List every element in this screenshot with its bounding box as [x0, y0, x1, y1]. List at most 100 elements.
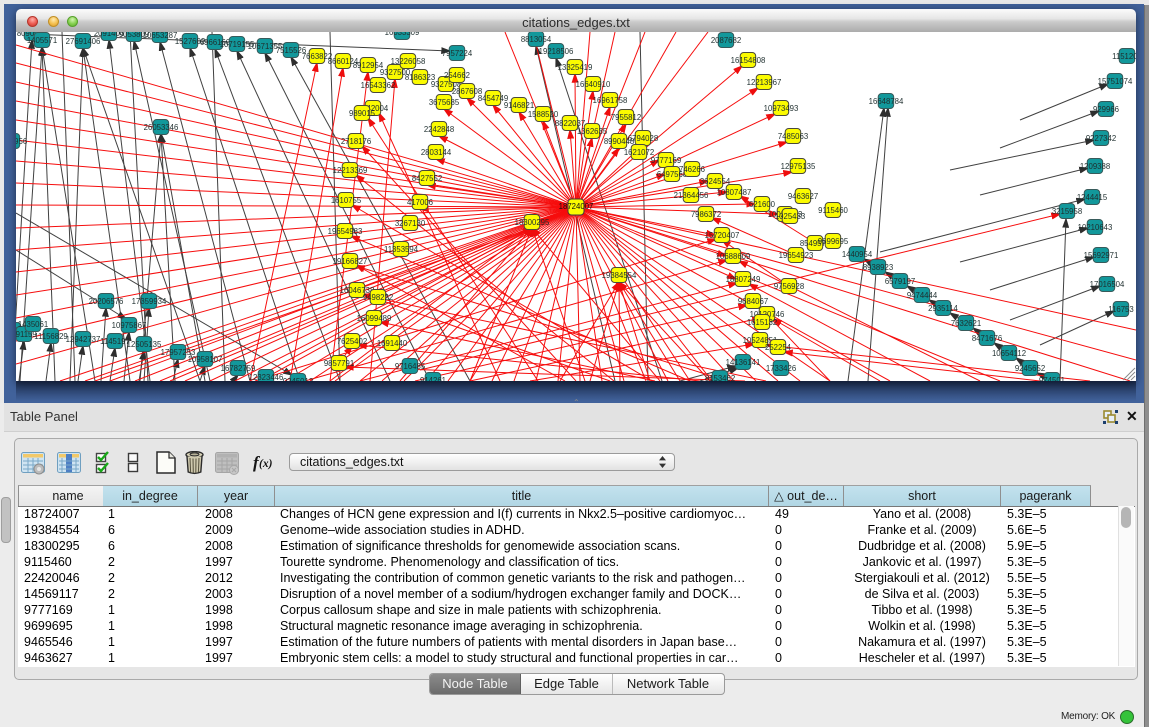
svg-text:1691440: 1691440	[377, 339, 408, 348]
svg-text:21364456: 21364456	[674, 191, 709, 200]
svg-text:2718176: 2718176	[341, 137, 371, 146]
svg-text:9857791: 9857791	[324, 359, 354, 368]
svg-text:7955812: 7955812	[611, 113, 641, 122]
svg-text:7986372: 7986372	[691, 210, 721, 219]
svg-text:9716485: 9716485	[395, 362, 426, 371]
svg-text:621600: 621600	[749, 200, 776, 209]
svg-text:2803144: 2803144	[421, 148, 452, 157]
svg-text:16033309: 16033309	[385, 32, 420, 37]
svg-text:3215958: 3215958	[1052, 207, 1082, 216]
svg-text:2935114: 2935114	[928, 304, 958, 313]
svg-text:8813054: 8813054	[521, 35, 552, 44]
svg-text:1025433: 1025433	[775, 212, 805, 221]
svg-text:19218506: 19218506	[539, 47, 574, 56]
svg-text:1733426: 1733426	[766, 364, 796, 373]
svg-text:9115460: 9115460	[818, 206, 848, 215]
svg-text:19384554: 19384554	[602, 271, 637, 280]
svg-text:1405571: 1405571	[27, 36, 57, 45]
svg-text:9777169: 9777169	[651, 156, 681, 165]
svg-text:1151207: 1151207	[1112, 52, 1136, 61]
svg-text:1244415: 1244415	[1077, 193, 1108, 202]
svg-text:989015: 989015	[349, 109, 376, 118]
svg-text:16543362: 16543362	[361, 81, 396, 90]
svg-text:16099489: 16099489	[357, 314, 392, 323]
svg-text:1209388: 1209388	[1080, 162, 1110, 171]
svg-text:254662: 254662	[444, 71, 470, 80]
svg-text:13226058: 13226058	[391, 57, 426, 66]
svg-text:3624554: 3624554	[700, 177, 731, 186]
svg-text:746266: 746266	[679, 165, 705, 174]
svg-text:929966: 929966	[1093, 105, 1119, 114]
svg-text:10654112: 10654112	[992, 349, 1026, 358]
svg-text:17016504: 17016504	[1090, 280, 1125, 289]
svg-text:12213369: 12213369	[333, 166, 368, 175]
svg-text:10807487: 10807487	[717, 188, 752, 197]
svg-text:2242848: 2242848	[424, 125, 454, 134]
svg-text:10688609: 10688609	[716, 252, 751, 261]
svg-text:2087682: 2087682	[711, 36, 741, 45]
svg-text:8153462: 8153462	[705, 374, 735, 381]
svg-text:19654983: 19654983	[328, 227, 363, 236]
svg-text:8471676: 8471676	[972, 334, 1002, 343]
svg-text:12323446: 12323446	[249, 373, 284, 381]
svg-text:11156829: 11156829	[34, 332, 68, 341]
svg-text:417006: 417006	[407, 198, 433, 207]
svg-text:27691406: 27691406	[66, 37, 101, 46]
svg-text:1435061: 1435061	[18, 320, 48, 329]
svg-text:18807249: 18807249	[726, 275, 761, 284]
svg-text:1145197: 1145197	[100, 337, 130, 346]
svg-text:9245652: 9245652	[1015, 364, 1045, 373]
svg-text:16154808: 16154808	[731, 56, 766, 65]
svg-text:8427552: 8427552	[412, 174, 442, 183]
svg-text:16782759: 16782759	[221, 364, 256, 373]
svg-text:3267130: 3267130	[395, 219, 426, 228]
svg-text:116753: 116753	[1108, 305, 1133, 314]
svg-text:1362635: 1362635	[577, 127, 608, 136]
svg-text:9146821: 9146821	[504, 101, 534, 110]
svg-text:7632621: 7632621	[951, 319, 981, 328]
svg-text:3675685: 3675685	[429, 98, 460, 107]
svg-text:9498222: 9498222	[363, 293, 393, 302]
svg-text:26053346: 26053346	[144, 123, 179, 132]
svg-text:9684067: 9684067	[738, 297, 768, 306]
svg-text:252254: 252254	[765, 343, 792, 352]
svg-text:1610755: 1610755	[331, 196, 362, 205]
svg-text:15692971: 15692971	[1084, 251, 1119, 260]
svg-text:15720407: 15720407	[705, 231, 740, 240]
svg-text:12942737: 12942737	[66, 335, 101, 344]
svg-text:10210643: 10210643	[1078, 223, 1113, 232]
svg-text:18724007: 18724007	[559, 202, 594, 211]
svg-text:(x): (x)	[259, 458, 273, 470]
svg-text:9474444: 9474444	[907, 291, 938, 300]
svg-text:20206576: 20206576	[89, 297, 124, 306]
svg-text:10958107: 10958107	[188, 355, 223, 364]
svg-text:17359934: 17359934	[132, 297, 167, 306]
svg-text:8938923: 8938923	[863, 263, 893, 272]
svg-text:6579197: 6579197	[885, 277, 915, 286]
svg-text:15751074: 15751074	[1098, 77, 1133, 86]
svg-text:10653287: 10653287	[143, 32, 178, 40]
svg-text:16648784: 16648784	[869, 97, 904, 106]
svg-text:16961758: 16961758	[593, 96, 628, 105]
svg-text:11353594: 11353594	[384, 245, 419, 254]
svg-text:9227342: 9227342	[1086, 134, 1116, 143]
svg-text:13325419: 13325419	[558, 63, 593, 72]
svg-text:7625402: 7625402	[337, 337, 367, 346]
svg-text:1615132: 1615132	[747, 318, 777, 327]
svg-text:19166827: 19166827	[333, 257, 368, 266]
svg-text:9756928: 9756928	[774, 282, 804, 291]
svg-text:10973493: 10973493	[764, 104, 799, 113]
svg-text:9463627: 9463627	[788, 192, 818, 201]
svg-text:7957224: 7957224	[442, 49, 473, 58]
svg-text:2661956: 2661956	[16, 137, 27, 146]
svg-text:18300295: 18300295	[515, 218, 550, 227]
svg-text:10975867: 10975867	[112, 321, 147, 330]
svg-text:14136141: 14136141	[726, 358, 761, 367]
svg-text:1440954: 1440954	[842, 250, 873, 259]
svg-text:6794028: 6794028	[628, 134, 658, 143]
svg-text:1621072: 1621072	[624, 148, 654, 157]
svg-text:7485063: 7485063	[778, 132, 808, 141]
svg-text:12213967: 12213967	[747, 78, 782, 87]
svg-text:16640910: 16640910	[576, 80, 611, 89]
svg-text:12975135: 12975135	[781, 162, 816, 171]
